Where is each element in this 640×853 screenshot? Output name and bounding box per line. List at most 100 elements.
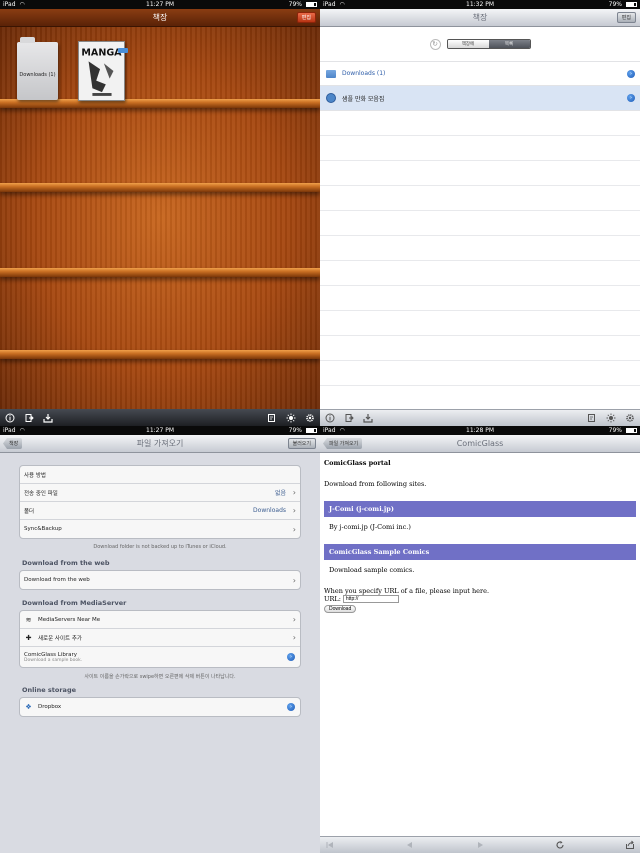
list-item[interactable]: Downloads (1) › — [320, 61, 640, 86]
view-toolbar: ↻ 책장에 목록 — [320, 27, 640, 61]
row-label: Dropbox — [38, 704, 62, 710]
shelf-navbar: 책장 편집 — [0, 9, 320, 27]
folder-label: Downloads (1) — [19, 72, 56, 78]
chevron-right-icon: › — [292, 633, 296, 642]
download-icon[interactable] — [363, 413, 373, 423]
empty-row — [320, 211, 640, 236]
download-button[interactable]: Download — [324, 605, 357, 613]
list-item-label: 샘플 만화 모음집 — [342, 95, 385, 103]
page-title: 책장 — [152, 13, 168, 22]
downloads-folder-book[interactable]: Downloads (1) — [17, 37, 58, 100]
import-panel: iPad ◠ 11:27 PM 79% 책장 파일 가져오기 불러오기 사용 방법… — [0, 426, 320, 853]
status-bar: iPad ◠ 11:27 PM 79% — [0, 0, 320, 9]
battery-percent: 79% — [608, 1, 622, 8]
first-page-icon[interactable] — [325, 840, 335, 850]
edit-button[interactable]: 편집 — [616, 12, 636, 23]
wifi-icon: ≋ — [25, 615, 32, 624]
chevron-right-icon: › — [292, 488, 296, 497]
edit-button[interactable]: 편집 — [296, 12, 316, 23]
dropbox-icon: ❖ — [25, 703, 32, 711]
add-site-row[interactable]: ✚ 새로운 사이트 추가 › — [20, 629, 300, 647]
brightness-icon[interactable] — [286, 413, 296, 423]
chevron-right-icon: › — [292, 524, 296, 534]
disclosure-icon[interactable]: › — [627, 69, 635, 78]
list-navbar: 책장 편집 — [320, 9, 640, 27]
folder-icon — [326, 69, 336, 78]
share-icon[interactable] — [625, 840, 635, 850]
download-web-row[interactable]: Download from the web › — [20, 571, 300, 589]
import-button[interactable]: 불러오기 — [287, 438, 316, 449]
row-label: 전송 중인 파일 — [24, 490, 58, 497]
battery-icon — [626, 2, 637, 7]
new-badge — [118, 48, 128, 53]
empty-row — [320, 136, 640, 161]
info-icon[interactable] — [5, 413, 15, 423]
status-time: 11:28 PM — [466, 427, 494, 434]
view-segment-control: 책장에 목록 — [446, 39, 531, 49]
page-title: ComicGlass — [456, 439, 504, 448]
status-bar: iPad ◠ 11:28 PM 79% — [320, 426, 640, 435]
segment-list[interactable]: 목록 — [488, 40, 530, 48]
device-name: iPad — [323, 1, 336, 8]
info-icon[interactable] — [325, 413, 335, 423]
page-title: 책장 — [472, 13, 488, 22]
book-icon — [326, 93, 336, 103]
empty-row — [320, 161, 640, 186]
list-toolbar — [320, 409, 640, 426]
segment-shelf[interactable]: 책장에 — [447, 40, 489, 48]
wifi-icon: ◠ — [19, 1, 25, 8]
battery-icon — [626, 428, 637, 433]
how-to-row[interactable]: 사용 방법 — [20, 466, 300, 484]
bookshelf-panel: iPad ◠ 11:27 PM 79% 책장 편집 Downloads (1) M… — [0, 0, 320, 426]
dropbox-row[interactable]: ❖ Dropbox › — [20, 698, 300, 716]
forward-arrow-icon[interactable] — [475, 840, 485, 850]
status-time: 11:32 PM — [466, 1, 494, 8]
list-item[interactable]: 샘플 만화 모음집 › — [320, 86, 640, 111]
section-header-web: Download from the web — [22, 559, 110, 567]
device-name: iPad — [323, 427, 336, 434]
download-icon[interactable] — [43, 413, 53, 423]
list-item-label: Downloads (1) — [342, 70, 386, 77]
sync-backup-row[interactable]: Sync&Backup › — [20, 520, 300, 538]
gear-icon[interactable] — [305, 413, 315, 423]
row-value: 없음 — [274, 490, 286, 497]
empty-row — [320, 336, 640, 361]
browser-toolbar — [320, 836, 640, 853]
back-button[interactable]: 파일 가져오기 — [323, 438, 363, 449]
sync-icon[interactable]: ↻ — [429, 38, 441, 50]
edit-note-icon[interactable] — [587, 413, 597, 423]
file-export-icon[interactable] — [24, 413, 34, 423]
disclosure-icon[interactable]: › — [287, 703, 295, 711]
shelf-board — [0, 183, 320, 192]
backup-note: Download folder is not backed up to iTun… — [93, 544, 227, 550]
url-input[interactable] — [342, 595, 399, 603]
brightness-icon[interactable] — [606, 413, 616, 423]
status-time: 11:27 PM — [146, 1, 174, 8]
transfer-row[interactable]: 전송 중인 파일 없음 › — [20, 484, 300, 502]
site-link-jcomi[interactable]: J-Comi (j-comi.jp) — [324, 501, 636, 517]
battery-percent: 79% — [288, 427, 302, 434]
media-servers-row[interactable]: ≋ MediaServers Near Me › — [20, 611, 300, 629]
gear-icon[interactable] — [625, 413, 635, 423]
row-label: MediaServers Near Me — [38, 616, 101, 623]
page-title: 파일 가져오기 — [136, 439, 184, 448]
swipe-note: 사이트 이름을 손가락으로 swipe하면 오른편에 삭제 버튼이 나타납니다. — [84, 674, 236, 680]
empty-row — [320, 111, 640, 136]
back-button[interactable]: 책장 — [3, 438, 23, 449]
library-row[interactable]: ComicGlass Library Download a sample boo… — [20, 647, 300, 667]
site-link-sample[interactable]: ComicGlass Sample Comics — [324, 544, 636, 560]
disclosure-icon[interactable]: › — [287, 653, 295, 661]
storage-group: ❖ Dropbox › — [19, 697, 301, 717]
edit-note-icon[interactable] — [267, 413, 277, 423]
reload-icon[interactable] — [555, 840, 565, 850]
folder-row[interactable]: 폴더 Downloads › — [20, 502, 300, 520]
back-arrow-icon[interactable] — [405, 840, 415, 850]
disclosure-icon[interactable]: › — [627, 94, 635, 102]
battery-icon — [306, 428, 317, 433]
wifi-icon: ◠ — [19, 427, 25, 434]
file-export-icon[interactable] — [344, 413, 354, 423]
wifi-icon: ◠ — [339, 1, 345, 8]
row-label: 폴더 — [24, 508, 35, 515]
row-label: Sync&Backup — [24, 526, 62, 532]
row-value: Downloads — [253, 507, 286, 514]
